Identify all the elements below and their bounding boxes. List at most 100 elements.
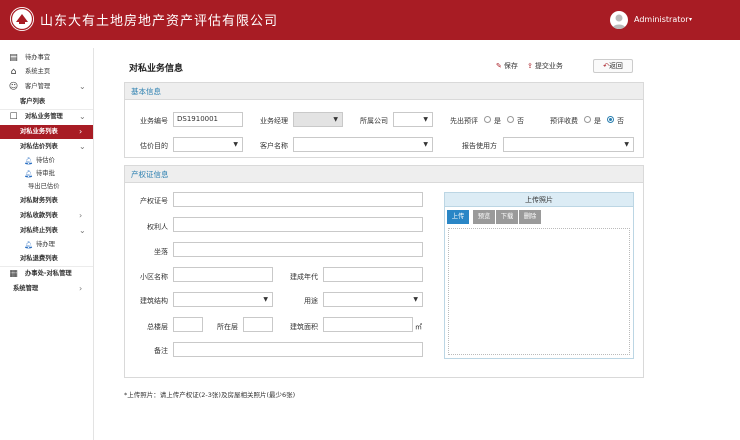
sidebar-item-home[interactable]: ⌂ 系统主页	[0, 66, 93, 78]
company-logo	[10, 7, 34, 31]
caret-down-icon: ▼	[624, 141, 629, 148]
manager-label: 业务经理	[260, 117, 288, 125]
remarks-input[interactable]	[173, 342, 423, 357]
sidebar-item-system-mgmt[interactable]: 系统管理 ›	[0, 283, 93, 295]
company-name: 山东大有土地房地产资产评估有限公司	[40, 14, 279, 29]
caret-down-icon: ▼	[233, 141, 238, 148]
community-input[interactable]	[173, 267, 273, 282]
owner-input[interactable]	[173, 217, 423, 232]
caret-down-icon: ▼	[423, 141, 428, 148]
sidebar-item-finance-list[interactable]: 对私财务列表	[0, 195, 93, 207]
app-header: 山东大有土地房地产资产评估有限公司 Administrator ▾	[0, 0, 740, 40]
report-user-label: 报告使用方	[462, 142, 497, 150]
pre-eval-no-radio[interactable]	[507, 116, 514, 123]
total-floors-input[interactable]	[173, 317, 203, 332]
sidebar-item-private-business[interactable]: ☐ 对私业务管理 ⌄	[0, 111, 93, 123]
sidebar-item-label: 客户列表	[20, 98, 46, 105]
chevron-down-icon: ⌄	[79, 142, 86, 151]
bell-icon: 🔔︎	[24, 170, 33, 178]
save-button[interactable]: ✎ 保存	[496, 61, 518, 71]
download-button[interactable]: 下载	[496, 210, 518, 224]
area-input[interactable]	[323, 317, 413, 332]
structure-select[interactable]: ▼	[173, 292, 273, 307]
chevron-right-icon: ›	[79, 284, 83, 293]
property-cert-heading: 产权证信息	[125, 166, 643, 183]
upload-drop-area[interactable]	[448, 228, 630, 355]
sidebar-item-pending-valuation[interactable]: 🔔︎ 待估价	[0, 155, 93, 167]
bell-icon: 🔔︎	[24, 157, 33, 165]
cert-no-input[interactable]	[173, 192, 423, 207]
sidebar-item-label: 系统主页	[25, 68, 51, 75]
sidebar-item-pending-handle[interactable]: 🔔︎ 待办理	[0, 239, 93, 251]
divider	[0, 266, 93, 267]
chevron-down-icon: ⌄	[79, 82, 86, 91]
preview-button[interactable]: 预览	[473, 210, 495, 224]
chevron-down-icon: ⌄	[79, 226, 86, 235]
pre-fee-label: 预评收费	[550, 117, 578, 125]
sidebar-item-label: 对私收款列表	[20, 212, 58, 219]
remarks-label: 备注	[154, 347, 168, 355]
manager-select[interactable]: ▼	[293, 112, 343, 127]
sidebar-item-export-valued[interactable]: 导出已估价	[0, 181, 93, 193]
back-label: 返回	[608, 62, 623, 70]
location-input[interactable]	[173, 242, 423, 257]
user-name[interactable]: Administrator	[634, 15, 689, 24]
sidebar-item-valuation-list[interactable]: 对私估价列表 ⌄	[0, 141, 93, 153]
sidebar-item-label: 待审批	[36, 170, 55, 177]
sidebar-item-pending-approval[interactable]: 🔔︎ 待审批	[0, 168, 93, 180]
submit-business-button[interactable]: ⇪ 提交业务	[527, 61, 563, 71]
pre-eval-yes-radio[interactable]	[484, 116, 491, 123]
delete-button[interactable]: 删除	[519, 210, 541, 224]
caret-down-icon: ▼	[263, 296, 268, 303]
area-label: 建筑面积	[290, 323, 318, 331]
upload-button[interactable]: 上传	[447, 210, 469, 224]
home-icon: ⌂	[10, 67, 17, 77]
sidebar-item-customer-list[interactable]: 客户列表	[0, 96, 93, 108]
sidebar-item-private-business-list[interactable]: 对私业务列表 ›	[0, 125, 93, 139]
sidebar-item-label: 办事处-对私管理	[25, 270, 72, 277]
sidebar-item-label: 对私退费列表	[20, 255, 58, 262]
back-button[interactable]: ↶返回	[593, 59, 633, 73]
sidebar-item-refund-list[interactable]: 对私退费列表	[0, 253, 93, 265]
area-unit: ㎡	[415, 323, 422, 331]
sidebar-item-label: 系统管理	[13, 285, 39, 292]
main-content: 对私业务信息 ✎ 保存 ⇪ 提交业务 ↶返回 基本信息 业务编号 DS1910001…	[94, 48, 740, 440]
no-label: 否	[517, 117, 524, 125]
divider	[0, 109, 93, 110]
usage-label: 用途	[304, 297, 318, 305]
sidebar-item-label: 对私业务管理	[25, 113, 63, 120]
caret-down-icon: ▼	[413, 296, 418, 303]
customer-select[interactable]: ▼	[293, 137, 433, 152]
sidebar-item-label: 对私终止列表	[20, 227, 58, 234]
usage-select[interactable]: ▼	[323, 292, 423, 307]
structure-label: 建筑结构	[140, 297, 168, 305]
users-icon: ☺	[8, 82, 19, 92]
sidebar: ▤ 待办事宜 ⌂ 系统主页 ☺ 客户管理 ⌄ 客户列表 ☐ 对私业务管理 ⌄ 对…	[0, 48, 94, 440]
sidebar-item-todo[interactable]: ▤ 待办事宜	[0, 52, 93, 64]
build-year-input[interactable]	[323, 267, 423, 282]
community-label: 小区名称	[140, 273, 168, 281]
total-floors-label: 总楼层	[147, 323, 168, 331]
business-no-label: 业务编号	[140, 117, 168, 125]
pre-fee-no-radio[interactable]	[607, 116, 614, 123]
sidebar-item-payment-list[interactable]: 对私收款列表 ›	[0, 210, 93, 222]
report-user-select[interactable]: ▼	[503, 137, 634, 152]
sidebar-item-office-private[interactable]: ▦ 办事处-对私管理	[0, 268, 93, 280]
business-no-input[interactable]: DS1910001	[173, 112, 243, 127]
caret-down-icon[interactable]: ▾	[689, 16, 692, 23]
sidebar-item-termination-list[interactable]: 对私终止列表 ⌄	[0, 225, 93, 237]
sidebar-item-label: 对私估价列表	[20, 143, 58, 150]
submit-label: 提交业务	[534, 62, 563, 70]
sidebar-item-customer-mgmt[interactable]: ☺ 客户管理 ⌄	[0, 81, 93, 93]
pre-fee-yes-radio[interactable]	[584, 116, 591, 123]
sidebar-item-label: 对私业务列表	[20, 128, 58, 135]
chevron-down-icon: ⌄	[79, 112, 86, 121]
chevron-right-icon: ›	[79, 127, 83, 136]
company-select[interactable]: ▼	[393, 112, 433, 127]
floor-input[interactable]	[243, 317, 273, 332]
yes-label: 是	[494, 117, 501, 125]
location-label: 坐落	[154, 248, 168, 256]
purpose-select[interactable]: ▼	[173, 137, 243, 152]
user-avatar[interactable]	[610, 11, 628, 29]
sidebar-item-label: 对私财务列表	[20, 197, 58, 204]
